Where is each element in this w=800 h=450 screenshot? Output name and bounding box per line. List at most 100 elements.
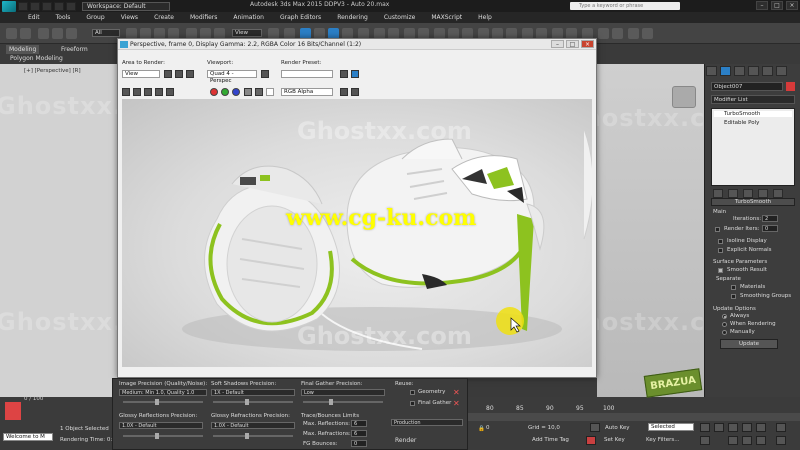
final-gather-slider[interactable] xyxy=(303,401,383,403)
bind-spacewarp-icon[interactable] xyxy=(66,28,77,39)
track-bar[interactable] xyxy=(468,413,800,421)
menu-rendering[interactable]: Rendering xyxy=(337,14,368,21)
alpha-channel-icon[interactable] xyxy=(244,88,252,96)
unlink-icon[interactable] xyxy=(52,28,63,39)
key-filters-button[interactable]: Key Filters... xyxy=(646,437,679,443)
area-to-render-dropdown[interactable]: View xyxy=(122,70,160,78)
menu-graph-editors[interactable]: Graph Editors xyxy=(280,14,321,21)
go-to-start-icon[interactable] xyxy=(700,423,710,432)
teapot-icon[interactable] xyxy=(642,28,653,39)
create-tab-icon[interactable] xyxy=(706,66,717,76)
auto-key-button[interactable]: Auto Key xyxy=(605,425,630,431)
final-gather-dropdown[interactable]: Low xyxy=(301,389,385,396)
add-time-tag-button[interactable]: Add Time Tag xyxy=(532,437,569,443)
play-icon[interactable] xyxy=(728,423,738,432)
menu-create[interactable]: Create xyxy=(154,14,174,21)
max-refractions-spinner[interactable]: 6 xyxy=(351,430,367,437)
menu-maxscript[interactable]: MAXScript xyxy=(431,14,462,21)
save-image-icon[interactable] xyxy=(122,88,130,96)
viewport-dropdown[interactable]: Quad 4 - Perspec xyxy=(207,70,257,84)
soft-shadows-slider[interactable] xyxy=(213,401,293,403)
reference-coord-dropdown[interactable]: View xyxy=(232,29,262,37)
background-color-swatch[interactable] xyxy=(266,88,274,96)
motion-tab-icon[interactable] xyxy=(748,66,759,76)
copy-region-icon[interactable] xyxy=(186,70,194,78)
frame-window-title[interactable]: Perspective, frame 0, Display Gamma: 2.2… xyxy=(118,39,596,50)
final-gather-checkbox[interactable] xyxy=(410,401,415,406)
stack-item-editable-poly[interactable]: Editable Poly xyxy=(716,120,759,126)
frame-maximize-button[interactable]: □ xyxy=(566,40,579,48)
viewport-label[interactable]: [+] [Perspective] [R] xyxy=(24,68,81,74)
ribbon-polygon-modeling[interactable]: Polygon Modeling xyxy=(10,55,63,62)
key-mode-icon[interactable] xyxy=(590,423,600,432)
environment-effects-icon[interactable] xyxy=(351,70,359,78)
frame-counter[interactable]: 0 / 100 xyxy=(24,396,43,402)
geometry-clear-icon[interactable]: ✕ xyxy=(453,388,460,397)
frame-minimize-button[interactable]: – xyxy=(551,40,564,48)
render-mode-dropdown[interactable]: Production xyxy=(391,419,463,426)
menu-animation[interactable]: Animation xyxy=(233,14,264,21)
remove-modifier-icon[interactable] xyxy=(758,189,768,198)
edit-region-icon[interactable] xyxy=(164,70,172,78)
save-file-icon[interactable] xyxy=(42,1,52,11)
menu-edit[interactable]: Edit xyxy=(28,14,40,21)
glossy-refractions-slider[interactable] xyxy=(213,435,293,437)
environment-icon[interactable] xyxy=(598,28,609,39)
pin-stack-icon[interactable] xyxy=(713,189,723,198)
image-precision-slider[interactable] xyxy=(123,401,203,403)
when-rendering-radio[interactable] xyxy=(722,322,727,327)
toggle-ui-overlay-icon[interactable] xyxy=(340,88,348,96)
menu-help[interactable]: Help xyxy=(478,14,492,21)
image-precision-knob[interactable] xyxy=(155,399,159,405)
blue-channel-icon[interactable] xyxy=(232,88,240,96)
key-selection-dropdown[interactable]: Selected xyxy=(648,423,694,431)
final-gather-clear-icon[interactable]: ✕ xyxy=(453,399,460,408)
selection-filter-dropdown[interactable]: All xyxy=(92,29,120,37)
object-color-swatch[interactable] xyxy=(786,82,795,91)
geometry-checkbox[interactable] xyxy=(410,390,415,395)
perspective-viewport[interactable]: Ghostxx.com Ghostxx.com xyxy=(0,64,181,397)
set-key-button[interactable]: Set Key xyxy=(604,437,625,443)
manually-radio[interactable] xyxy=(722,330,727,335)
pan-view-icon[interactable] xyxy=(728,436,738,445)
glossy-reflections-knob[interactable] xyxy=(155,433,159,439)
explicit-normals-checkbox[interactable] xyxy=(718,248,723,253)
red-channel-icon[interactable] xyxy=(210,88,218,96)
glossy-reflections-dropdown[interactable]: 1.0X - Default xyxy=(119,422,203,429)
redo-icon[interactable] xyxy=(66,1,76,11)
render-iters-spinner[interactable]: 0 xyxy=(762,225,778,232)
app-logo-icon[interactable] xyxy=(2,0,16,12)
show-end-result-icon[interactable] xyxy=(728,189,738,198)
undo-tool-icon[interactable] xyxy=(6,28,17,39)
modifier-list-dropdown[interactable]: Modifier List xyxy=(711,95,795,104)
field-of-view-icon[interactable] xyxy=(756,436,766,445)
maximize-button[interactable]: □ xyxy=(771,1,783,10)
new-file-icon[interactable] xyxy=(18,1,28,11)
monochrome-icon[interactable] xyxy=(255,88,263,96)
final-gather-knob[interactable] xyxy=(329,399,333,405)
render-preset-dropdown[interactable] xyxy=(281,70,333,78)
display-tab-icon[interactable] xyxy=(762,66,773,76)
modify-tab-icon[interactable] xyxy=(720,66,731,76)
print-image-icon[interactable] xyxy=(155,88,163,96)
open-file-icon[interactable] xyxy=(30,1,40,11)
smoothing-groups-checkbox[interactable] xyxy=(731,294,736,299)
toggle-ui-icon[interactable] xyxy=(351,88,359,96)
soft-shadows-dropdown[interactable]: 1X - Default xyxy=(211,389,295,396)
hierarchy-tab-icon[interactable] xyxy=(734,66,745,76)
green-channel-icon[interactable] xyxy=(221,88,229,96)
lock-viewport-icon[interactable] xyxy=(261,70,269,78)
glossy-reflections-slider[interactable] xyxy=(123,435,203,437)
orbit-icon[interactable] xyxy=(742,436,752,445)
redo-tool-icon[interactable] xyxy=(20,28,31,39)
copy-image-icon[interactable] xyxy=(133,88,141,96)
maximize-viewport-icon[interactable] xyxy=(776,436,786,445)
auto-region-icon[interactable] xyxy=(175,70,183,78)
fg-bounces-spinner[interactable]: 0 xyxy=(351,440,367,447)
max-reflections-spinner[interactable]: 6 xyxy=(351,420,367,427)
utilities-tab-icon[interactable] xyxy=(776,66,787,76)
lock-selection-icon[interactable]: 🔒 xyxy=(478,426,485,432)
soft-shadows-knob[interactable] xyxy=(245,399,249,405)
time-config-icon[interactable] xyxy=(700,436,710,445)
tab-freeform[interactable]: Freeform xyxy=(58,45,91,54)
